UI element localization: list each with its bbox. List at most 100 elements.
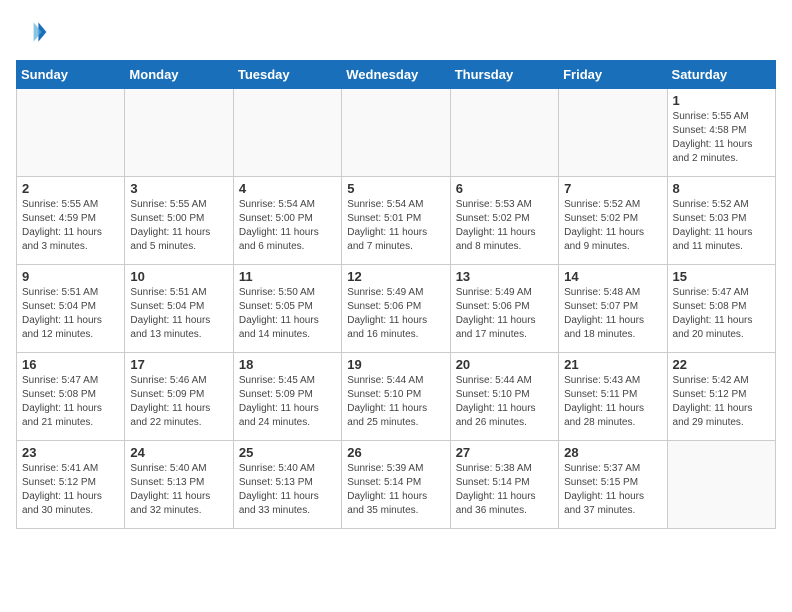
- day-number: 14: [564, 269, 661, 284]
- day-info: Sunrise: 5:52 AM Sunset: 5:02 PM Dayligh…: [564, 198, 661, 254]
- weekday-header-row: SundayMondayTuesdayWednesdayThursdayFrid…: [17, 61, 776, 89]
- calendar-table: SundayMondayTuesdayWednesdayThursdayFrid…: [16, 60, 776, 529]
- calendar-cell: 27Sunrise: 5:38 AM Sunset: 5:14 PM Dayli…: [450, 441, 558, 529]
- calendar-cell: 22 Sunrise: 5:42 AM Sunset: 5:12 PM Dayli…: [667, 353, 775, 441]
- calendar-cell: 3 Sunrise: 5:55 AM Sunset: 5:00 PM Daylig…: [125, 177, 233, 265]
- day-info: Sunrise: 5:54 AM Sunset: 5:01 PM Dayligh…: [347, 198, 444, 254]
- day-number: 5: [347, 181, 444, 196]
- day-number: 9: [22, 269, 119, 284]
- calendar-cell: 12 Sunrise: 5:49 AM Sunset: 5:06 PM Dayli…: [342, 265, 450, 353]
- day-number: 7: [564, 181, 661, 196]
- day-number: 24: [130, 445, 227, 460]
- calendar-cell: [17, 89, 125, 177]
- calendar-body: 1 Sunrise: 5:55 AM Sunset: 4:58 PM Daylig…: [17, 89, 776, 529]
- day-info: Sunrise: 5:46 AM Sunset: 5:09 PM Dayligh…: [130, 374, 227, 430]
- day-number: 25: [239, 445, 336, 460]
- day-number: 26: [347, 445, 444, 460]
- calendar-cell: 16 Sunrise: 5:47 AM Sunset: 5:08 PM Dayli…: [17, 353, 125, 441]
- weekday-header-tuesday: Tuesday: [233, 61, 341, 89]
- day-info: Sunrise: 5:47 AM Sunset: 5:08 PM Dayligh…: [22, 374, 119, 430]
- day-info: Sunrise: 5:55 AM Sunset: 4:58 PM Dayligh…: [673, 110, 770, 166]
- calendar-cell: 2 Sunrise: 5:55 AM Sunset: 4:59 PM Daylig…: [17, 177, 125, 265]
- calendar-cell: 14 Sunrise: 5:48 AM Sunset: 5:07 PM Dayli…: [559, 265, 667, 353]
- weekday-header-sunday: Sunday: [17, 61, 125, 89]
- day-number: 19: [347, 357, 444, 372]
- calendar-cell: 28 Sunrise: 5:37 AM Sunset: 5:15 PM Dayli…: [559, 441, 667, 529]
- day-number: 16: [22, 357, 119, 372]
- day-info: Sunrise: 5:54 AM Sunset: 5:00 PM Dayligh…: [239, 198, 336, 254]
- page-header: [16, 16, 776, 48]
- day-number: 8: [673, 181, 770, 196]
- day-number: 2: [22, 181, 119, 196]
- calendar-cell: 26 Sunrise: 5:39 AM Sunset: 5:14 PM Dayli…: [342, 441, 450, 529]
- calendar-cell: 6 Sunrise: 5:53 AM Sunset: 5:02 PM Daylig…: [450, 177, 558, 265]
- calendar-cell: 5 Sunrise: 5:54 AM Sunset: 5:01 PM Daylig…: [342, 177, 450, 265]
- day-info: Sunrise: 5:52 AM Sunset: 5:03 PM Dayligh…: [673, 198, 770, 254]
- weekday-header-wednesday: Wednesday: [342, 61, 450, 89]
- day-info: Sunrise: 5:51 AM Sunset: 5:04 PM Dayligh…: [22, 286, 119, 342]
- day-number: 6: [456, 181, 553, 196]
- day-number: 17: [130, 357, 227, 372]
- day-info: Sunrise: 5:39 AM Sunset: 5:14 PM Dayligh…: [347, 462, 444, 518]
- calendar-cell: 8 Sunrise: 5:52 AM Sunset: 5:03 PM Daylig…: [667, 177, 775, 265]
- day-info: Sunrise: 5:42 AM Sunset: 5:12 PM Dayligh…: [673, 374, 770, 430]
- day-number: 3: [130, 181, 227, 196]
- calendar-cell: 25 Sunrise: 5:40 AM Sunset: 5:13 PM Dayli…: [233, 441, 341, 529]
- day-info: Sunrise: 5:55 AM Sunset: 4:59 PM Dayligh…: [22, 198, 119, 254]
- calendar-cell: 21 Sunrise: 5:43 AM Sunset: 5:11 PM Dayli…: [559, 353, 667, 441]
- day-number: 18: [239, 357, 336, 372]
- day-number: 4: [239, 181, 336, 196]
- day-number: 12: [347, 269, 444, 284]
- day-number: 23: [22, 445, 119, 460]
- day-info: Sunrise: 5:51 AM Sunset: 5:04 PM Dayligh…: [130, 286, 227, 342]
- day-number: 13: [456, 269, 553, 284]
- day-number: 21: [564, 357, 661, 372]
- day-info: Sunrise: 5:55 AM Sunset: 5:00 PM Dayligh…: [130, 198, 227, 254]
- day-info: Sunrise: 5:37 AM Sunset: 5:15 PM Dayligh…: [564, 462, 661, 518]
- day-number: 28: [564, 445, 661, 460]
- calendar-week-0: 1 Sunrise: 5:55 AM Sunset: 4:58 PM Daylig…: [17, 89, 776, 177]
- calendar-cell: 24 Sunrise: 5:40 AM Sunset: 5:13 PM Dayli…: [125, 441, 233, 529]
- weekday-header-saturday: Saturday: [667, 61, 775, 89]
- day-info: Sunrise: 5:40 AM Sunset: 5:13 PM Dayligh…: [239, 462, 336, 518]
- weekday-header-friday: Friday: [559, 61, 667, 89]
- calendar-cell: 18 Sunrise: 5:45 AM Sunset: 5:09 PM Dayli…: [233, 353, 341, 441]
- calendar-cell: 15Sunrise: 5:47 AM Sunset: 5:08 PM Dayli…: [667, 265, 775, 353]
- day-info: Sunrise: 5:44 AM Sunset: 5:10 PM Dayligh…: [347, 374, 444, 430]
- calendar-cell: 19 Sunrise: 5:44 AM Sunset: 5:10 PM Dayli…: [342, 353, 450, 441]
- day-info: Sunrise: 5:44 AM Sunset: 5:10 PM Dayligh…: [456, 374, 553, 430]
- calendar-cell: 4 Sunrise: 5:54 AM Sunset: 5:00 PM Daylig…: [233, 177, 341, 265]
- calendar-week-4: 23 Sunrise: 5:41 AM Sunset: 5:12 PM Dayli…: [17, 441, 776, 529]
- calendar-cell: 10 Sunrise: 5:51 AM Sunset: 5:04 PM Dayli…: [125, 265, 233, 353]
- calendar-cell: 7 Sunrise: 5:52 AM Sunset: 5:02 PM Daylig…: [559, 177, 667, 265]
- day-info: Sunrise: 5:49 AM Sunset: 5:06 PM Dayligh…: [347, 286, 444, 342]
- calendar-cell: 1 Sunrise: 5:55 AM Sunset: 4:58 PM Daylig…: [667, 89, 775, 177]
- day-info: Sunrise: 5:48 AM Sunset: 5:07 PM Dayligh…: [564, 286, 661, 342]
- calendar-week-3: 16 Sunrise: 5:47 AM Sunset: 5:08 PM Dayli…: [17, 353, 776, 441]
- day-info: Sunrise: 5:40 AM Sunset: 5:13 PM Dayligh…: [130, 462, 227, 518]
- calendar-cell: 13Sunrise: 5:49 AM Sunset: 5:06 PM Dayli…: [450, 265, 558, 353]
- calendar-cell: 9 Sunrise: 5:51 AM Sunset: 5:04 PM Daylig…: [17, 265, 125, 353]
- calendar-cell: 17 Sunrise: 5:46 AM Sunset: 5:09 PM Dayli…: [125, 353, 233, 441]
- day-number: 22: [673, 357, 770, 372]
- day-info: Sunrise: 5:47 AM Sunset: 5:08 PM Dayligh…: [673, 286, 770, 342]
- day-number: 10: [130, 269, 227, 284]
- day-info: Sunrise: 5:43 AM Sunset: 5:11 PM Dayligh…: [564, 374, 661, 430]
- day-info: Sunrise: 5:53 AM Sunset: 5:02 PM Dayligh…: [456, 198, 553, 254]
- calendar-cell: 23 Sunrise: 5:41 AM Sunset: 5:12 PM Dayli…: [17, 441, 125, 529]
- weekday-header-thursday: Thursday: [450, 61, 558, 89]
- weekday-header-monday: Monday: [125, 61, 233, 89]
- calendar-cell: [342, 89, 450, 177]
- day-info: Sunrise: 5:50 AM Sunset: 5:05 PM Dayligh…: [239, 286, 336, 342]
- calendar-cell: [559, 89, 667, 177]
- day-number: 20: [456, 357, 553, 372]
- logo-icon: [16, 16, 48, 48]
- calendar-cell: 11Sunrise: 5:50 AM Sunset: 5:05 PM Dayli…: [233, 265, 341, 353]
- day-info: Sunrise: 5:41 AM Sunset: 5:12 PM Dayligh…: [22, 462, 119, 518]
- day-number: 1: [673, 93, 770, 108]
- calendar-cell: [667, 441, 775, 529]
- calendar-cell: [233, 89, 341, 177]
- calendar-cell: [450, 89, 558, 177]
- day-info: Sunrise: 5:45 AM Sunset: 5:09 PM Dayligh…: [239, 374, 336, 430]
- calendar-cell: 20 Sunrise: 5:44 AM Sunset: 5:10 PM Dayli…: [450, 353, 558, 441]
